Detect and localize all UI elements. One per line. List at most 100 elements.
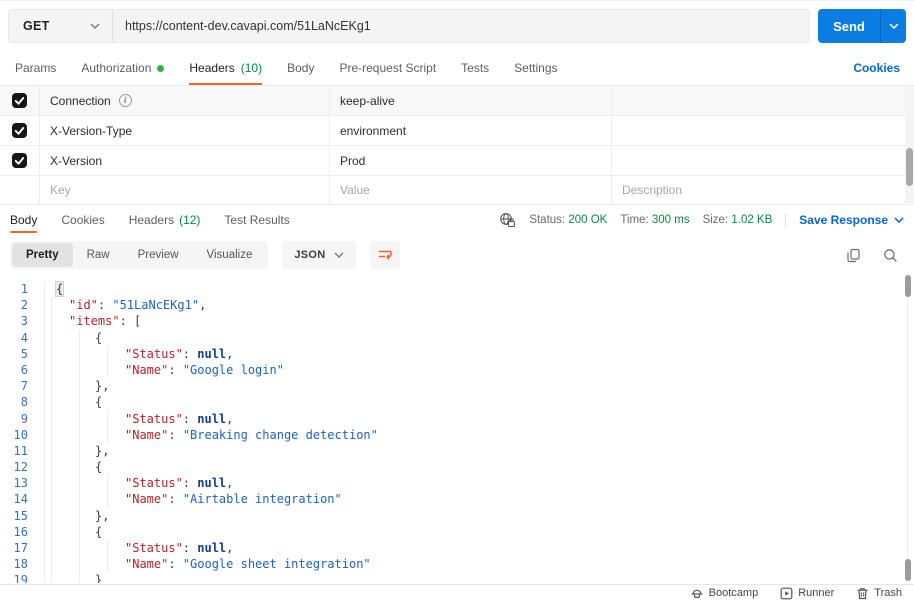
code-token: , (226, 476, 234, 491)
header-key: X-Version-Type (50, 123, 133, 138)
table-scrollbar-thumb[interactable] (906, 148, 913, 186)
code-token: { (95, 395, 103, 410)
chevron-down-icon (888, 23, 899, 29)
response-view-toolbar: Pretty Raw Preview Visualize JSON (10, 241, 898, 269)
tab-authorization[interactable]: Authorization (81, 55, 165, 85)
info-icon: i (118, 94, 132, 107)
indent-guide (51, 475, 52, 492)
indent-guide (79, 475, 80, 492)
line-number: 9 (20, 411, 28, 426)
trash-button[interactable]: Trash (856, 587, 902, 600)
view-tab-pretty[interactable]: Pretty (12, 243, 73, 267)
indent-guide (51, 540, 52, 557)
tab-body[interactable]: Body (287, 55, 314, 85)
send-button[interactable]: Send (818, 9, 880, 43)
code-token: null (197, 411, 227, 426)
response-tab-test-results[interactable]: Test Results (224, 205, 289, 235)
table-row[interactable]: X-Version Prod (0, 146, 914, 176)
response-tab-cookies[interactable]: Cookies (61, 205, 104, 235)
response-tab-body[interactable]: Body (10, 205, 38, 235)
code-token: null (197, 346, 227, 361)
format-dropdown[interactable]: JSON (282, 241, 356, 269)
tab-tests[interactable]: Tests (461, 55, 489, 85)
view-tab-raw[interactable]: Raw (73, 243, 124, 267)
code-token: , (226, 541, 234, 555)
row-checkbox-checked[interactable] (12, 153, 27, 168)
indent-guide (51, 426, 52, 443)
code-line: 16 { (0, 523, 901, 540)
code-line: 18 "Name": "Google sheet integration" (0, 556, 901, 573)
code-token: : (97, 298, 113, 313)
view-tab-preview[interactable]: Preview (124, 243, 193, 267)
api-client-window: GET https://content-dev.cavapi.com/51LaN… (0, 0, 914, 600)
indent-guide (107, 475, 108, 492)
line-number: 15 (13, 508, 28, 523)
bootcamp-button[interactable]: Bootcamp (690, 587, 758, 600)
indent-guide (107, 491, 108, 508)
code-text: "Name": "Google login" (44, 361, 901, 379)
code-scrollbar-thumb[interactable] (905, 275, 911, 297)
check-icon (14, 127, 25, 135)
table-scrollbar-track[interactable] (905, 86, 914, 203)
code-text: { (44, 459, 901, 476)
view-segmented-control: Pretty Raw Preview Visualize (10, 241, 269, 269)
code-scrollbar-track[interactable] (907, 273, 908, 581)
tab-headers[interactable]: Headers (10) (189, 55, 263, 85)
runner-button[interactable]: Runner (780, 587, 834, 600)
code-text: { (44, 281, 901, 298)
chevron-down-icon (334, 252, 344, 258)
code-token: }, (95, 508, 110, 523)
indent-guide (79, 491, 80, 508)
row-checkbox-checked[interactable] (12, 93, 27, 108)
line-number: 10 (13, 427, 28, 442)
indent-guide (79, 394, 80, 411)
indent-guide (51, 394, 52, 411)
header-value: environment (340, 123, 407, 138)
check-icon (14, 157, 25, 165)
code-token: }, (95, 443, 110, 458)
send-options-button[interactable] (880, 9, 906, 43)
code-token: : (182, 541, 198, 555)
code-text: { (44, 394, 901, 411)
value-placeholder: Value (340, 183, 370, 197)
code-line: 3 "items": [ (0, 313, 901, 330)
code-line: 14 "Name": "Airtable integration" (0, 491, 901, 508)
indent-guide (79, 523, 80, 540)
status-label: Status: (529, 214, 566, 226)
tab-prerequest-script[interactable]: Pre-request Script (339, 55, 436, 85)
indent-guide (51, 378, 52, 395)
table-row[interactable]: Connection i keep-alive (0, 86, 914, 116)
code-text: { (44, 523, 901, 540)
code-editor[interactable]: 1{2 "id": "51LaNcEKg1", 3 "items": [4{5 "Sta… (0, 279, 901, 583)
code-token: , (199, 298, 207, 313)
tab-params[interactable]: Params (15, 55, 56, 85)
save-response-button[interactable]: Save Response (799, 213, 904, 227)
search-button[interactable] (883, 248, 898, 263)
code-text: "Name": "Airtable integration" (44, 491, 901, 508)
indent-guide (79, 426, 80, 443)
indent-guide (79, 378, 80, 395)
code-token: "Breaking change detection" (182, 427, 378, 442)
row-checkbox-checked[interactable] (12, 123, 27, 138)
code-token: "Status" (125, 346, 183, 361)
cookies-link[interactable]: Cookies (853, 61, 900, 85)
table-row[interactable]: X-Version-Type environment (0, 116, 914, 146)
code-token: : (168, 492, 183, 507)
code-scrollbar-thumb[interactable] (905, 559, 911, 581)
code-token: , (226, 346, 234, 361)
copy-button[interactable] (846, 248, 861, 263)
indent-guide (51, 491, 52, 508)
tab-settings[interactable]: Settings (514, 55, 557, 85)
code-token: "Google login" (182, 362, 284, 377)
chevron-down-icon (894, 217, 904, 223)
method-dropdown[interactable]: GET (9, 10, 113, 42)
line-number: 17 (13, 541, 28, 555)
response-tab-headers[interactable]: Headers (12) (129, 205, 201, 235)
code-text: "id": "51LaNcEKg1", (44, 297, 901, 314)
table-row-empty[interactable]: Key Value Description (0, 176, 914, 205)
indent-guide (79, 442, 80, 460)
url-input[interactable]: https://content-dev.cavapi.com/51LaNcEKg… (113, 19, 371, 33)
code-token: "Status" (125, 476, 183, 491)
wrap-lines-button[interactable] (369, 241, 400, 269)
view-tab-visualize[interactable]: Visualize (193, 243, 267, 267)
